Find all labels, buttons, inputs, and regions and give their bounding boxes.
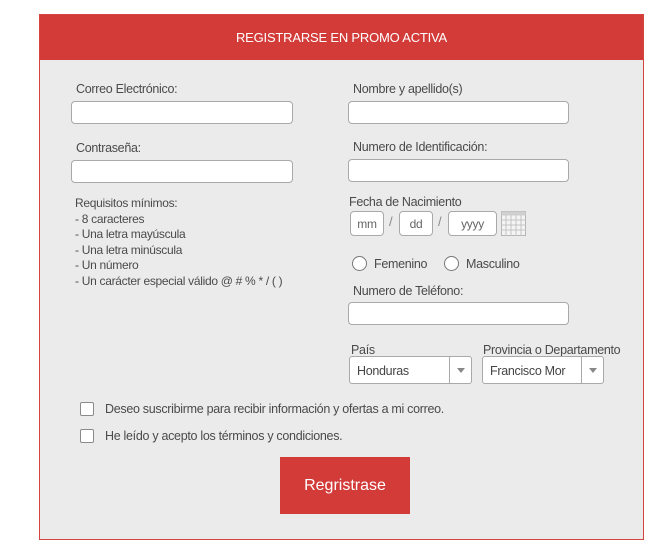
month-placeholder: mm [357, 216, 377, 231]
gender-male-radio[interactable] [444, 256, 459, 271]
email-label: Correo Electrónico: [76, 82, 178, 96]
password-label: Contraseña: [76, 141, 141, 155]
phone-field[interactable] [348, 302, 569, 325]
id-field[interactable] [348, 159, 569, 182]
name-label: Nombre y apellido(s) [353, 82, 463, 96]
country-selected-value: Honduras [357, 364, 409, 378]
birth-year-field[interactable]: yyyy [448, 211, 497, 236]
requirements-title: Requisitos mínimos: [75, 196, 178, 210]
register-button[interactable]: Regristrase [280, 457, 410, 514]
country-label: País [351, 343, 375, 357]
requirement-item: - Una letra minúscula [75, 242, 183, 257]
requirement-item: - Un carácter especial válido @ # % * / … [75, 273, 283, 288]
province-select[interactable]: Francisco Mor [482, 356, 604, 384]
birth-month-field[interactable]: mm [350, 211, 384, 236]
email-field[interactable] [71, 101, 293, 124]
name-field[interactable] [348, 101, 569, 124]
calendar-icon[interactable] [501, 211, 526, 236]
gender-male-label: Masculino [466, 257, 520, 271]
birthdate-label: Fecha de Nacimiento [349, 195, 462, 209]
form-header: REGISTRARSE EN PROMO ACTIVA [40, 15, 643, 60]
date-separator: / [438, 214, 442, 229]
country-select[interactable]: Honduras [349, 356, 472, 384]
password-requirements: Requisitos mínimos: - 8 caracteres - Una… [75, 196, 283, 289]
chevron-down-icon [449, 357, 471, 383]
subscribe-checkbox[interactable] [80, 402, 94, 416]
birth-day-field[interactable]: dd [399, 211, 433, 236]
form-title: REGISTRARSE EN PROMO ACTIVA [235, 30, 448, 45]
terms-checkbox[interactable] [80, 429, 94, 443]
id-label: Numero de Identificación: [353, 140, 488, 154]
chevron-down-icon [581, 357, 603, 383]
day-placeholder: dd [409, 216, 423, 231]
date-separator: / [389, 214, 393, 229]
requirement-item: - Un número [75, 258, 139, 272]
province-label: Provincia o Departamento [483, 343, 621, 357]
gender-female-radio[interactable] [352, 256, 367, 271]
password-field[interactable] [71, 160, 293, 183]
requirement-item: - Una letra mayúscula [75, 227, 186, 241]
terms-label: He leído y acepto los términos y condici… [105, 429, 343, 443]
gender-female-label: Femenino [374, 257, 428, 271]
requirement-item: - 8 caracteres [75, 211, 145, 226]
phone-label: Numero de Teléfono: [353, 284, 464, 298]
province-selected-value: Francisco Mor [490, 364, 566, 378]
subscribe-label: Deseo suscribirme para recibir informaci… [105, 402, 444, 416]
year-placeholder: yyyy [461, 216, 484, 231]
